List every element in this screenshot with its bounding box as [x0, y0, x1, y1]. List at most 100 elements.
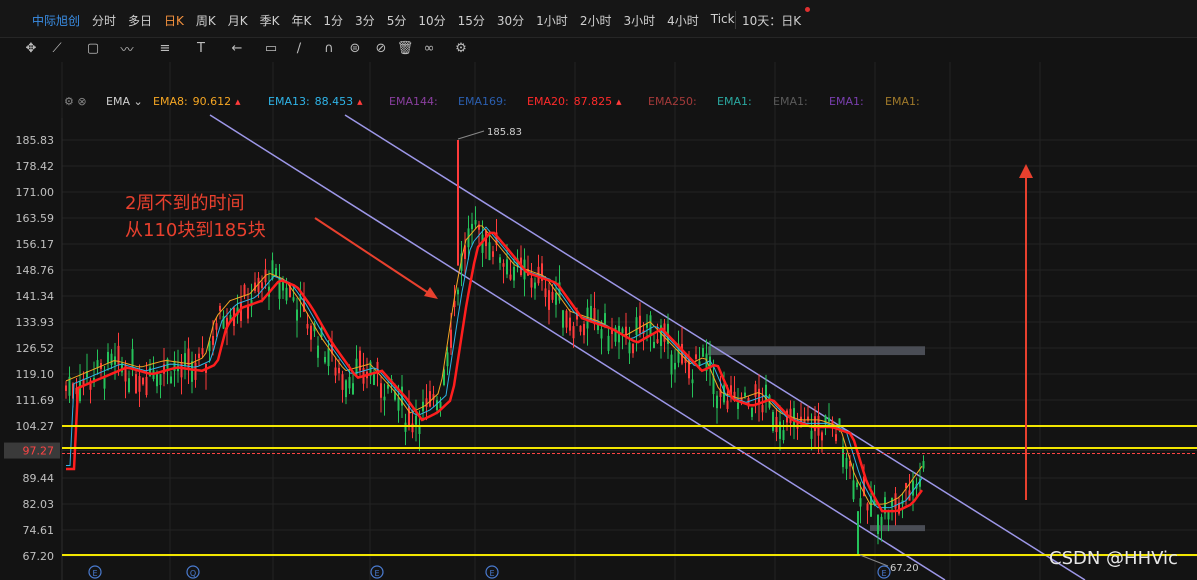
indicator-name[interactable]: EMA ⌄: [106, 95, 143, 108]
candle-body: [604, 313, 606, 324]
hide-icon[interactable]: ⊘: [372, 39, 390, 57]
period-bar: 中际旭创 分时 多日 日K 周K 月K 季K 年K 1分 3分 5分 10分 15分 30分 1小时 2小时…: [0, 0, 1197, 38]
candle-body: [761, 404, 764, 413]
candle-body: [509, 274, 512, 280]
settings-icon[interactable]: ⚙: [452, 39, 470, 57]
ema-label: EMA169:: [458, 95, 507, 108]
drawing-toolbar: [0, 37, 1197, 59]
watermark: CSDN @HHVic: [1049, 548, 1178, 569]
price-chart[interactable]: 185.83 178.42 171.00 163.59 156.17 148.76 141.…: [0, 60, 1197, 580]
tab-period-7[interactable]: 1分: [323, 12, 343, 29]
y-tick-label: 126.52: [16, 342, 55, 355]
trash-icon[interactable]: 🗑: [396, 39, 414, 57]
brush-icon[interactable]: ∕: [290, 39, 308, 57]
tab-period-9[interactable]: 5分: [387, 12, 407, 29]
candle-body: [744, 392, 746, 397]
tab-period-8[interactable]: 3分: [355, 12, 375, 29]
ema-value: 87.825: [573, 95, 613, 108]
crosshair-icon[interactable]: ✥: [22, 39, 40, 57]
tab-period-0[interactable]: 分时: [92, 12, 116, 29]
ema20-line: [66, 231, 924, 513]
candle-body: [219, 305, 221, 311]
candle-body: [569, 317, 571, 331]
stock-name[interactable]: 中际旭创: [32, 12, 80, 29]
candle-body: [271, 260, 274, 279]
tab-period-10[interactable]: 10分: [418, 12, 445, 29]
candle-body: [674, 362, 676, 370]
link-icon[interactable]: ∞: [420, 39, 438, 57]
candle-body: [506, 259, 508, 275]
event-marker-label: E: [374, 569, 379, 578]
fib-icon[interactable]: ≡: [156, 39, 174, 57]
tab-period-15[interactable]: 3小时: [623, 12, 655, 29]
chart-annotation: 2周不到的时间 从110块到185块: [125, 190, 266, 244]
lock-icon[interactable]: ⊜: [346, 39, 364, 57]
tab-period-13[interactable]: 1小时: [536, 12, 568, 29]
ema-label: EMA1:: [885, 95, 920, 108]
text-icon[interactable]: T: [192, 39, 210, 57]
candle-body: [103, 377, 106, 389]
ema-value: 90.612: [192, 95, 232, 108]
ema-up-arrow-icon: ▲: [357, 98, 363, 106]
ema-settings-icon[interactable]: ⚙ ⊗: [64, 95, 87, 108]
candle-body: [215, 323, 218, 330]
tab-period-11[interactable]: 15分: [458, 12, 485, 29]
magnet-icon[interactable]: ∩: [320, 39, 338, 57]
candle-body: [534, 282, 536, 289]
candle-body: [632, 343, 634, 354]
trendline-icon[interactable]: ⟋: [48, 39, 66, 57]
tab-period-12[interactable]: 30分: [497, 12, 524, 29]
wave-icon[interactable]: 〰: [118, 39, 136, 58]
candle-body: [142, 377, 144, 385]
ema-legend-item: EMA1:: [829, 95, 864, 108]
candle-body: [842, 446, 844, 468]
ema-legend-item: EMA8: 90.612 ▲: [153, 95, 241, 108]
candle-body: [446, 352, 449, 367]
ema-legend-item: EMA1:: [885, 95, 920, 108]
candle-body: [845, 457, 848, 469]
tab-period-6[interactable]: 年K: [292, 12, 312, 29]
annotation-arrow-head: [424, 287, 438, 299]
candle-body: [775, 416, 778, 433]
candle-body: [425, 398, 428, 408]
candle-body: [110, 353, 113, 365]
candle-body: [628, 342, 631, 354]
candle-body: [653, 341, 655, 349]
tab-period-14[interactable]: 2小时: [580, 12, 612, 29]
candle-body: [530, 278, 533, 288]
candle-body: [754, 384, 757, 397]
arrow-icon[interactable]: ←: [228, 39, 246, 57]
tab-period-2[interactable]: 日K: [164, 12, 184, 29]
ema-legend-item: EMA20: 87.825 ▲: [527, 95, 622, 108]
candle-body: [600, 329, 603, 339]
tab-period-16[interactable]: 4小时: [667, 12, 699, 29]
candle-body: [65, 385, 67, 391]
candle-body: [922, 461, 925, 469]
y-tick-label: 67.20: [23, 550, 55, 563]
candle-body: [597, 324, 599, 331]
tab-period-5[interactable]: 季K: [260, 12, 280, 29]
candle-body: [338, 367, 340, 374]
candle-body: [649, 315, 652, 336]
comment-icon[interactable]: ▭: [262, 39, 280, 57]
candle-body: [772, 412, 774, 431]
candle-body: [352, 383, 354, 395]
tab-period-1[interactable]: 多日: [128, 12, 152, 29]
candle-body: [635, 317, 638, 336]
candle-body: [180, 361, 183, 378]
candle-body: [810, 430, 813, 439]
tab-period-4[interactable]: 月K: [228, 12, 248, 29]
tab-period-3[interactable]: 周K: [196, 12, 216, 29]
y-tick-label: 111.69: [16, 394, 55, 407]
tab-period-17[interactable]: Tick: [711, 12, 735, 29]
candle-body: [324, 356, 326, 363]
candle-body: [212, 336, 214, 345]
candle-body: [380, 383, 382, 398]
candle-body: [779, 421, 781, 439]
candle-body: [383, 396, 386, 401]
candle-body: [327, 348, 330, 367]
rectangle-icon[interactable]: ▢: [84, 39, 102, 57]
y-tick-label: 104.27: [16, 420, 55, 433]
candle-body: [866, 503, 869, 511]
range-selector[interactable]: 10天：日K: [742, 12, 801, 29]
